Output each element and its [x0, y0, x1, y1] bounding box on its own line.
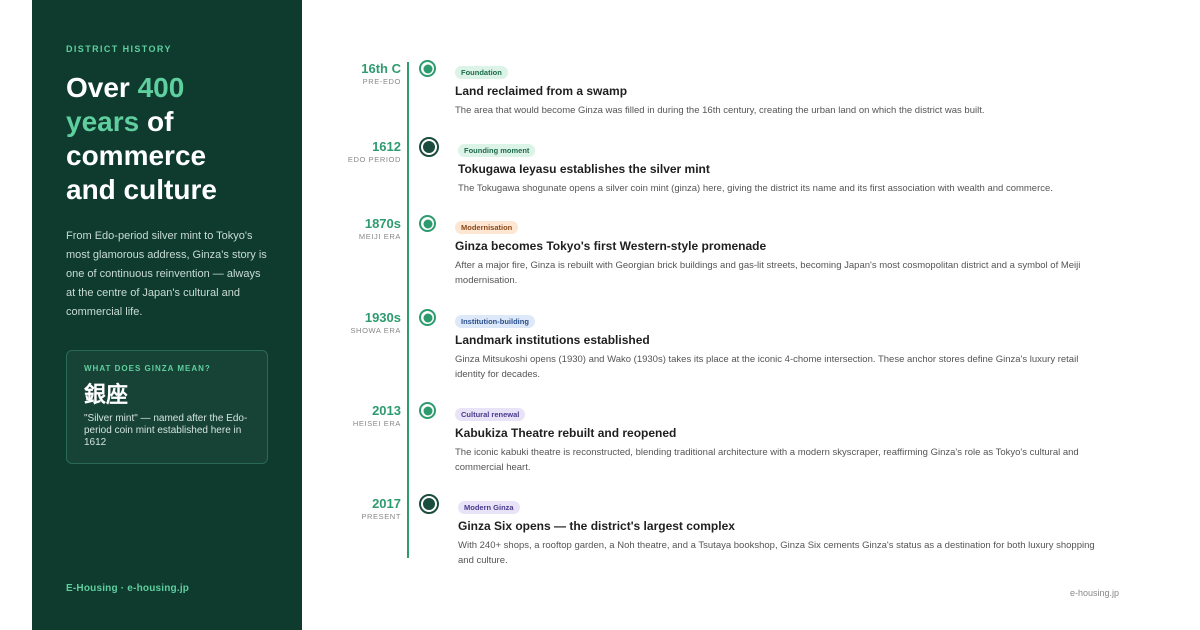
- entry-tag-badge: Institution-building: [455, 315, 535, 328]
- headline-part2: of: [139, 106, 174, 137]
- milestone-marker-icon: [419, 494, 439, 514]
- entry-content: Modern Ginza Ginza Six opens — the distri…: [458, 497, 1108, 568]
- entry-year: 2017: [372, 496, 401, 511]
- headline-line3: commerce: [66, 140, 207, 171]
- entry-description: The Tokugawa shogunate opens a silver co…: [458, 183, 1053, 194]
- timeline-axis: [407, 62, 409, 558]
- meaning-kanji: 銀座: [84, 383, 129, 408]
- entry-era: PRESENT: [361, 512, 401, 521]
- intro-text: From Edo-period silver mint to Tokyo's m…: [66, 230, 267, 318]
- sidebar-footer[interactable]: E-Housing · e-housing.jp: [66, 583, 189, 594]
- entry-era: PRE-EDO: [362, 77, 401, 86]
- milestone-marker-icon: [419, 137, 439, 157]
- marker-center: [423, 141, 435, 153]
- sidebar: DISTRICT HISTORY Over 400 years of comme…: [32, 0, 302, 630]
- entry-era: SHOWA ERA: [350, 326, 401, 335]
- entry-title: Ginza becomes Tokyo's first Western-styl…: [455, 239, 767, 253]
- site-footer[interactable]: e-housing.jp: [1070, 588, 1119, 598]
- entry-year: 1870s: [364, 216, 401, 231]
- entry-year: 16th C: [361, 61, 401, 76]
- entry-era: EDO PERIOD: [347, 155, 401, 164]
- entry-content: Institution-building Landmark institution…: [455, 311, 1105, 382]
- entry-tag-badge: Modernisation: [455, 221, 519, 234]
- entry-tag-badge: Modern Ginza: [458, 501, 520, 514]
- timeline: 16th C PRE-EDO Foundation Land reclaimed fr…: [300, 0, 1200, 630]
- entry-year: 1930s: [364, 310, 401, 325]
- entry-content: Foundation Land reclaimed from a swamp The…: [455, 62, 1105, 118]
- entry-content: Modernisation Ginza becomes Tokyo's first…: [455, 217, 1105, 288]
- headline-accent-years: years: [66, 106, 140, 137]
- entry-description: With 240+ shops, a rooftop garden, a Noh…: [458, 540, 1095, 566]
- marker-center: [423, 219, 432, 228]
- entry-title: Land reclaimed from a swamp: [455, 84, 628, 98]
- entry-tag-badge: Cultural renewal: [455, 408, 526, 421]
- meaning-text: "Silver mint" — named after the Edo-peri…: [84, 413, 248, 448]
- entry-title: Landmark institutions established: [455, 333, 650, 347]
- marker-center: [423, 498, 435, 510]
- meaning-card: WHAT DOES GINZA MEAN? 銀座 "Silver mint" —…: [66, 350, 268, 464]
- entry-title: Kabukiza Theatre rebuilt and reopened: [455, 426, 677, 440]
- marker-center: [423, 64, 432, 73]
- timeline-marker-icon: [419, 215, 436, 232]
- entry-content: Founding moment Tokugawa Ieyasu establish…: [458, 140, 1108, 196]
- entry-era: HEISEI ERA: [352, 419, 401, 428]
- entry-tag-badge: Foundation: [455, 66, 508, 79]
- entry-title: Tokugawa Ieyasu establishes the silver m…: [458, 162, 710, 176]
- entry-content: Cultural renewal Kabukiza Theatre rebuilt…: [455, 404, 1105, 475]
- timeline-marker-icon: [419, 309, 436, 326]
- headline-accent-number: 400: [137, 72, 185, 103]
- entry-year: 2013: [372, 403, 401, 418]
- page-title: Over 400 years of commerce and culture: [66, 71, 268, 207]
- entry-description: Ginza Mitsukoshi opens (1930) and Wako (…: [455, 354, 1079, 380]
- entry-tag-badge: Founding moment: [458, 144, 536, 157]
- entry-year: 1612: [372, 139, 401, 154]
- marker-center: [423, 406, 432, 415]
- entry-description: After a major fire, Ginza is rebuilt wit…: [455, 260, 1081, 286]
- entry-era: MEIJI ERA: [358, 232, 401, 241]
- timeline-marker-icon: [419, 402, 436, 419]
- headline-part1: Over: [66, 72, 138, 103]
- timeline-marker-icon: [419, 60, 436, 77]
- entry-title: Ginza Six opens — the district's largest…: [458, 519, 735, 533]
- meaning-label: WHAT DOES GINZA MEAN?: [84, 364, 211, 373]
- entry-description: The iconic kabuki theatre is reconstruct…: [455, 447, 1079, 473]
- headline-line4: and culture: [66, 174, 217, 205]
- eyebrow-label: DISTRICT HISTORY: [66, 44, 172, 54]
- marker-center: [423, 313, 432, 322]
- entry-description: The area that would become Ginza was fil…: [455, 105, 985, 116]
